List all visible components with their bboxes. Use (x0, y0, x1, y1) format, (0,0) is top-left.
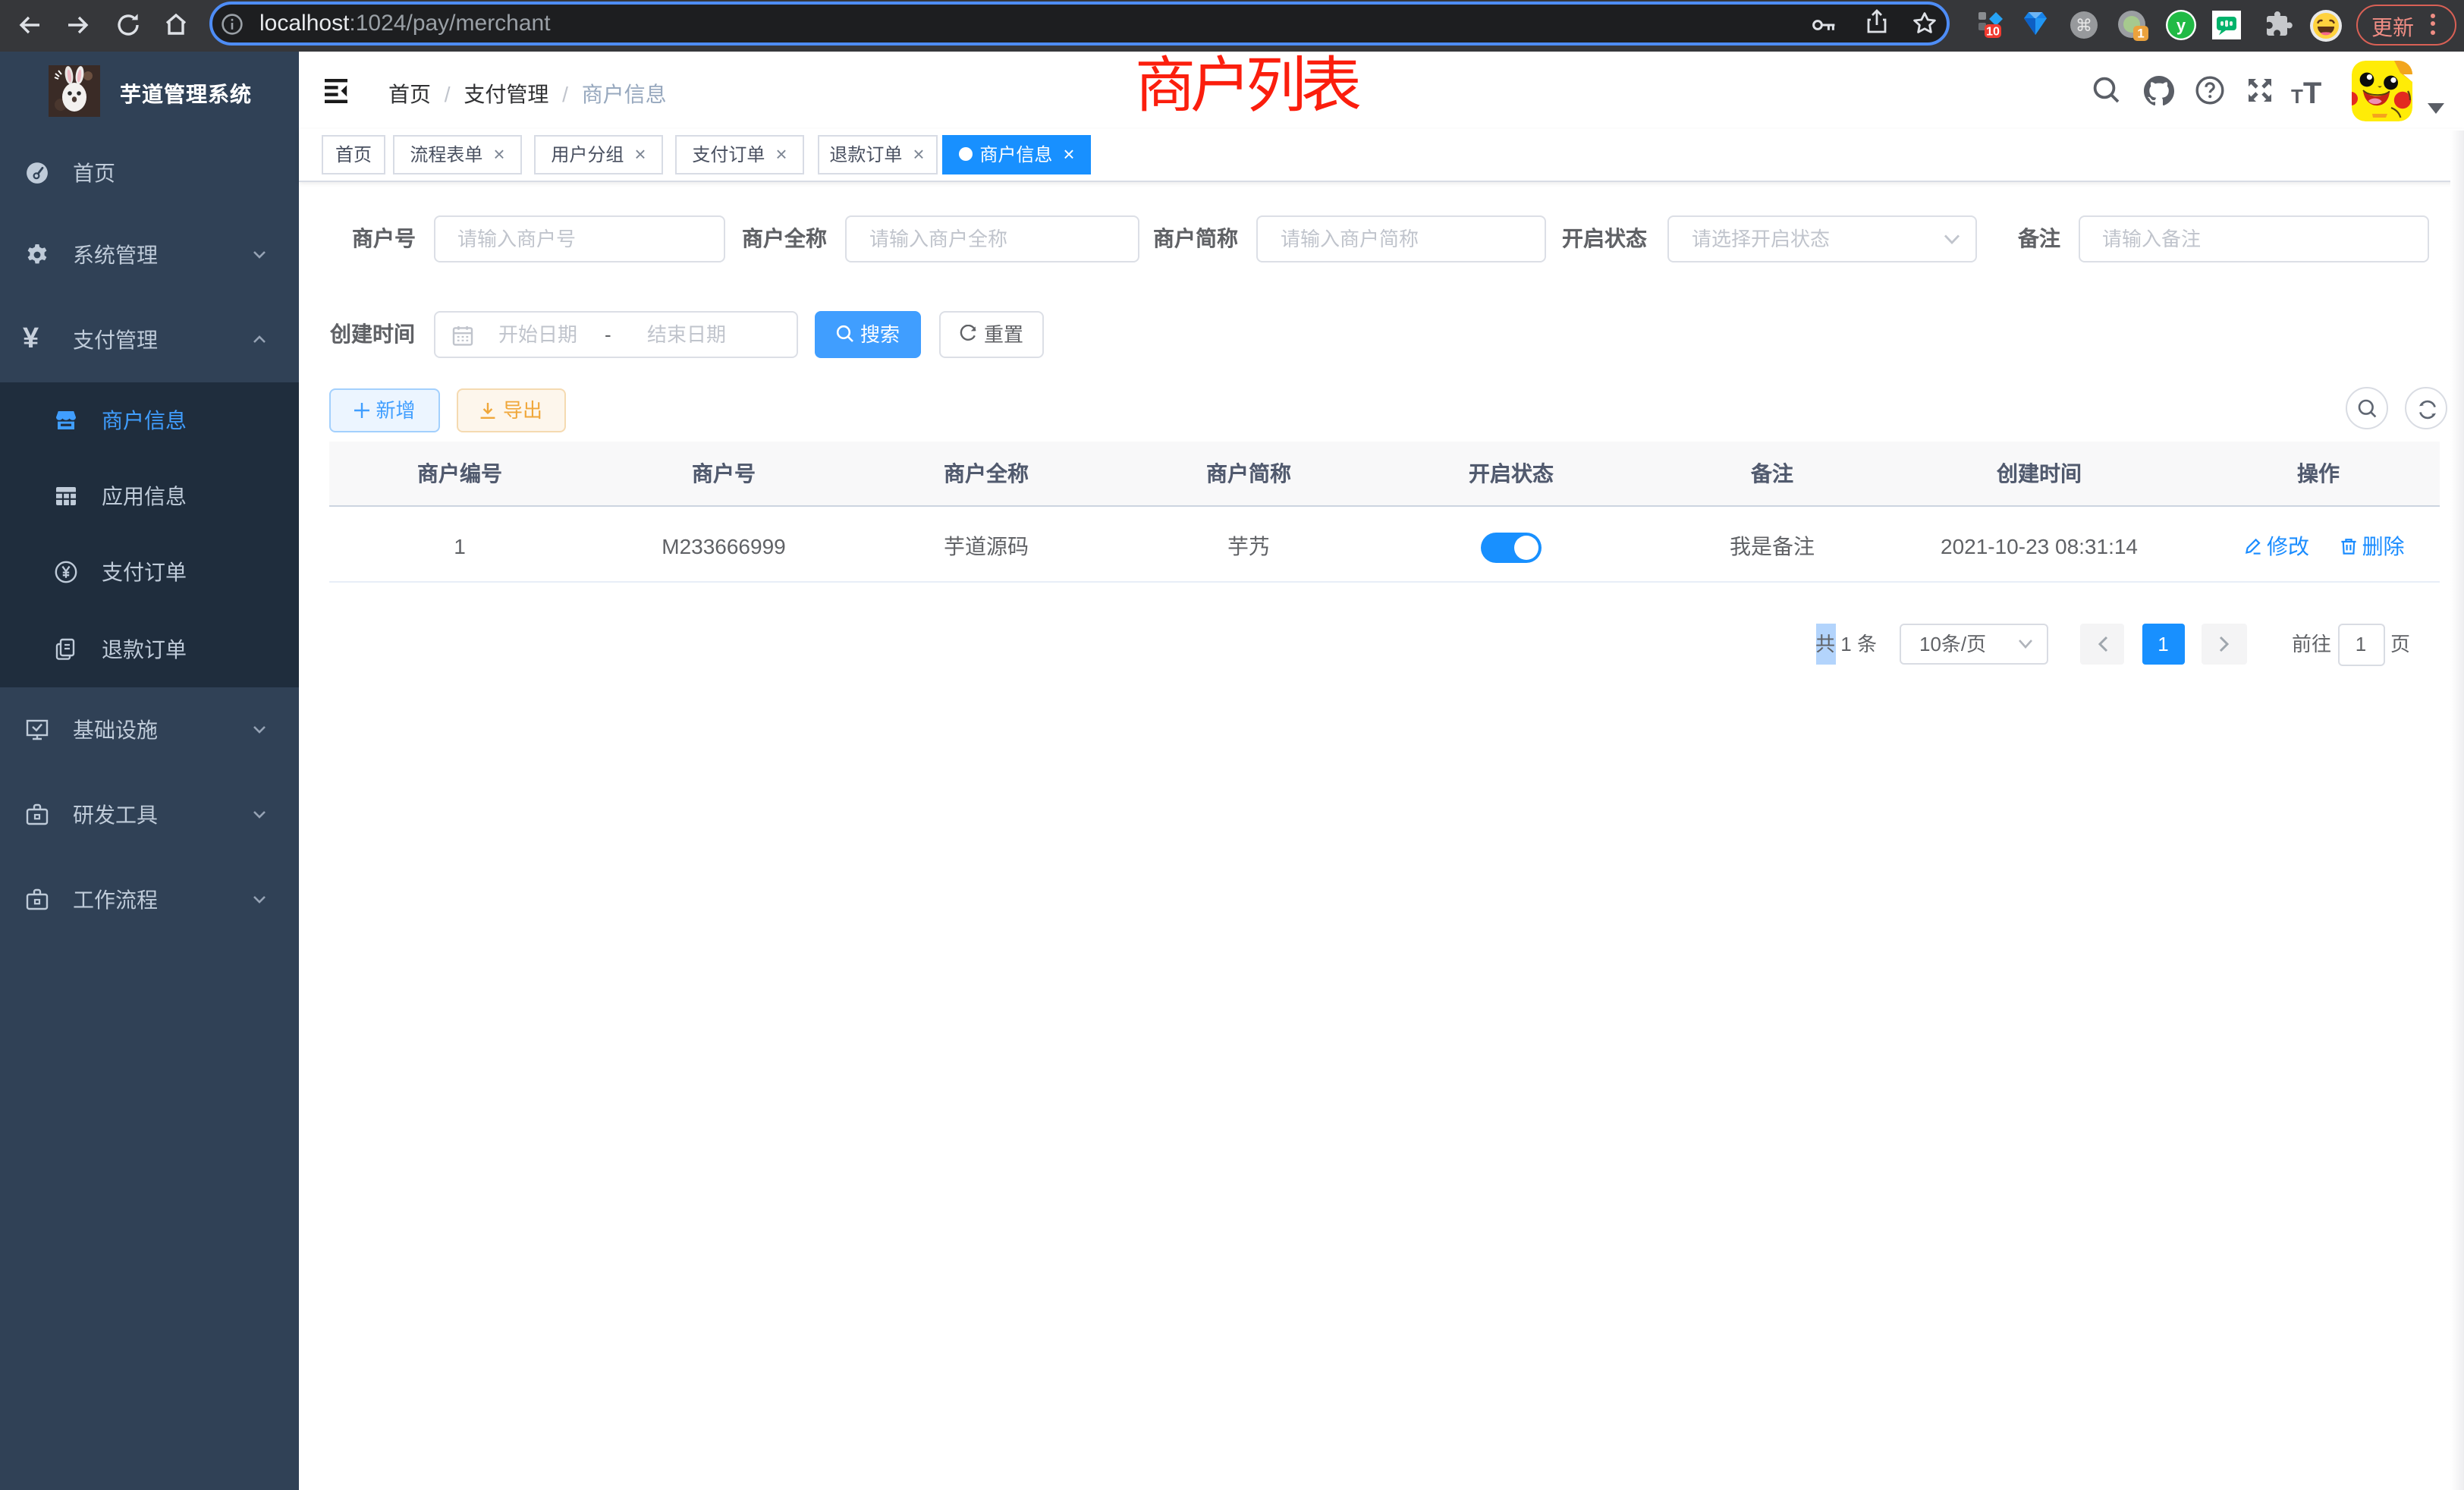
svg-text:y: y (2176, 16, 2186, 35)
svg-text:⌘: ⌘ (2076, 16, 2092, 35)
svg-text:10: 10 (1986, 25, 2000, 38)
svg-text:1: 1 (2137, 27, 2144, 41)
